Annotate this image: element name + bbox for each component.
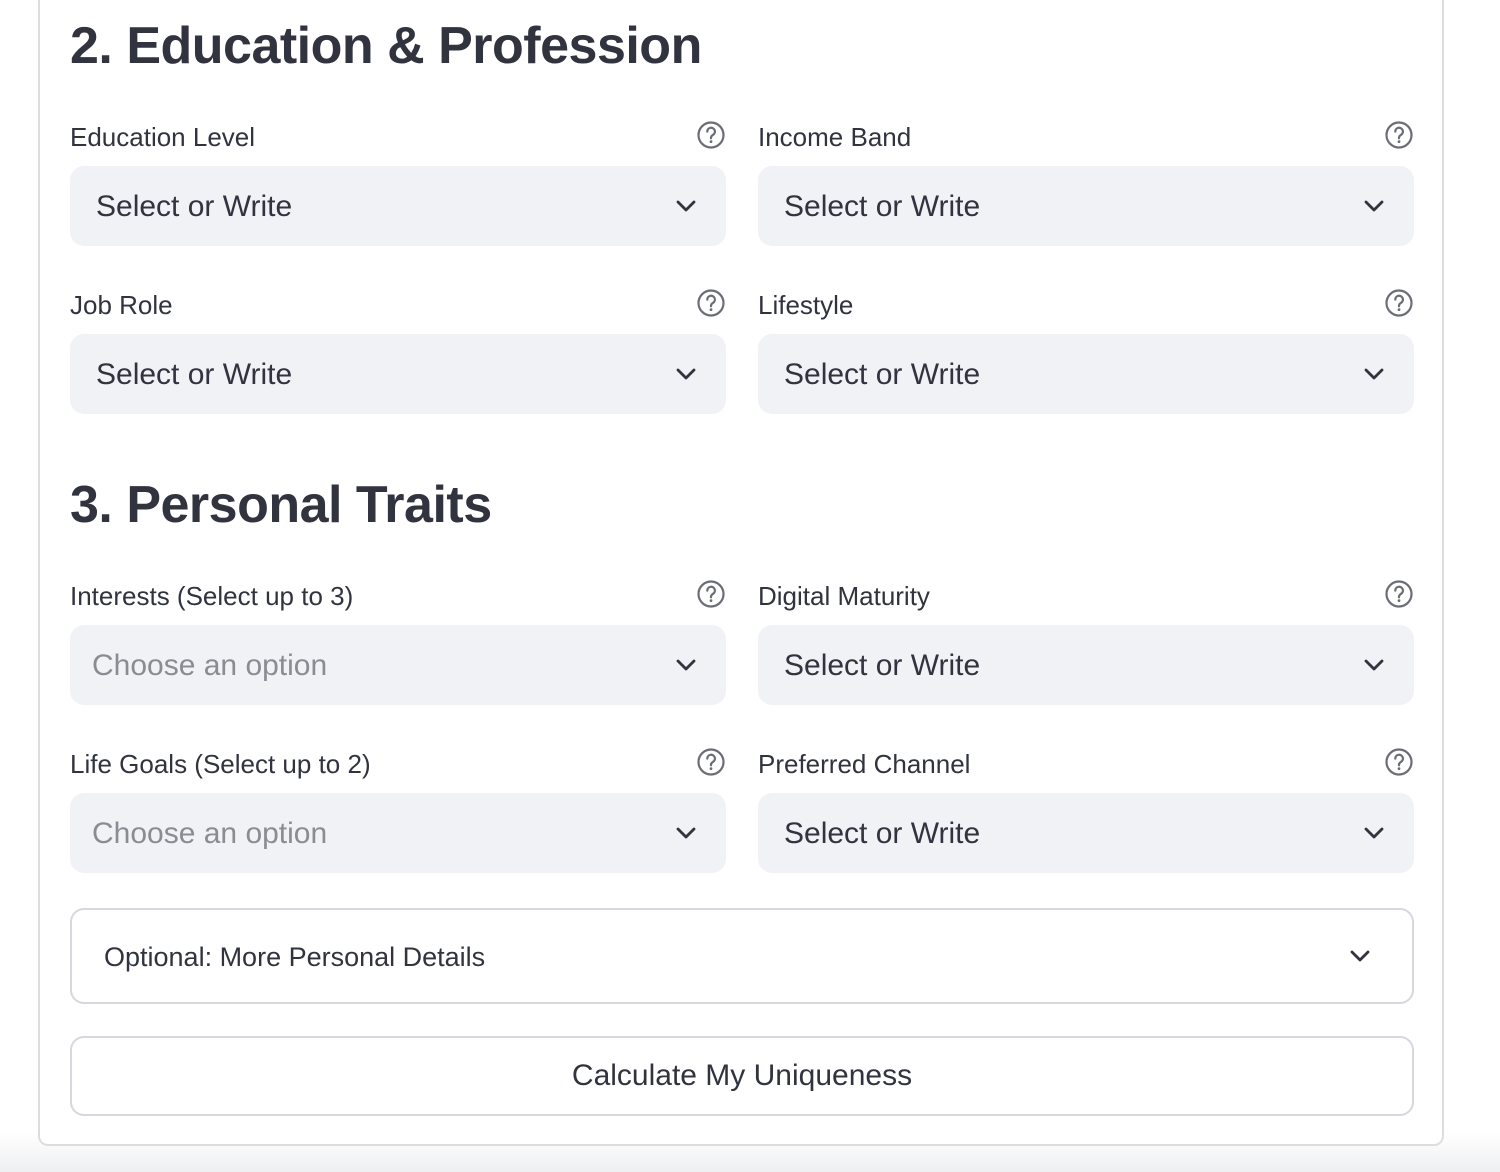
chevron-down-icon [676, 368, 696, 380]
education-level-select[interactable]: Select or Write [70, 166, 726, 246]
question-circle-icon[interactable] [696, 747, 726, 777]
field-digital-maturity: Digital Maturity Select or Write [758, 573, 1414, 705]
chevron-down-icon [1350, 950, 1370, 962]
field-label-row: Digital Maturity [758, 573, 1414, 617]
field-income-band: Income Band Select or Write [758, 114, 1414, 246]
field-label: Preferred Channel [758, 749, 971, 779]
field-label: Life Goals (Select up to 2) [70, 749, 371, 779]
field-label-row: Job Role [70, 282, 726, 326]
field-preferred-channel: Preferred Channel Select or Write [758, 741, 1414, 873]
field-label-row: Life Goals (Select up to 2) [70, 741, 726, 785]
chevron-down-icon [676, 200, 696, 212]
question-circle-icon[interactable] [696, 579, 726, 609]
select-value: Select or Write [784, 358, 981, 391]
select-value: Select or Write [96, 358, 293, 391]
chevron-down-icon [1364, 659, 1384, 671]
field-label: Digital Maturity [758, 581, 930, 611]
field-label: Job Role [70, 290, 173, 320]
section-title-education-profession: 2. Education & Profession [70, 17, 702, 75]
chevron-down-icon [676, 659, 696, 671]
question-circle-icon[interactable] [1384, 120, 1414, 150]
preferred-channel-select[interactable]: Select or Write [758, 793, 1414, 873]
field-interests: Interests (Select up to 3) Choose an opt… [70, 573, 726, 705]
field-job-role: Job Role Select or Write [70, 282, 726, 414]
field-label-row: Income Band [758, 114, 1414, 158]
chevron-down-icon [1364, 200, 1384, 212]
select-value: Select or Write [784, 817, 981, 850]
select-value: Select or Write [784, 649, 981, 682]
digital-maturity-select[interactable]: Select or Write [758, 625, 1414, 705]
field-life-goals: Life Goals (Select up to 2) Choose an op… [70, 741, 726, 873]
chevron-down-icon [1364, 827, 1384, 839]
chevron-down-icon [676, 827, 696, 839]
expander-label: Optional: More Personal Details [104, 942, 486, 972]
field-label-row: Education Level [70, 114, 726, 158]
field-lifestyle: Lifestyle Select or Write [758, 282, 1414, 414]
interests-multiselect[interactable]: Choose an option [70, 625, 726, 705]
question-circle-icon[interactable] [696, 120, 726, 150]
question-circle-icon[interactable] [1384, 579, 1414, 609]
select-value: Select or Write [96, 190, 293, 223]
chevron-down-icon [1364, 368, 1384, 380]
field-label-row: Preferred Channel [758, 741, 1414, 785]
field-education-level: Education Level Select or Write [70, 114, 726, 246]
field-label-row: Lifestyle [758, 282, 1414, 326]
calculate-uniqueness-button[interactable]: Calculate My Uniqueness [70, 1036, 1414, 1116]
field-label: Lifestyle [758, 290, 854, 320]
question-circle-icon[interactable] [1384, 288, 1414, 318]
select-placeholder: Choose an option [92, 817, 328, 850]
field-label: Interests (Select up to 3) [70, 581, 354, 611]
more-personal-details-expander[interactable]: Optional: More Personal Details [70, 908, 1414, 1004]
question-circle-icon[interactable] [696, 288, 726, 318]
field-label-row: Interests (Select up to 3) [70, 573, 726, 617]
section-title-personal-traits: 3. Personal Traits [70, 476, 492, 534]
question-circle-icon[interactable] [1384, 747, 1414, 777]
job-role-select[interactable]: Select or Write [70, 334, 726, 414]
life-goals-multiselect[interactable]: Choose an option [70, 793, 726, 873]
lifestyle-select[interactable]: Select or Write [758, 334, 1414, 414]
field-label: Education Level [70, 122, 256, 152]
income-band-select[interactable]: Select or Write [758, 166, 1414, 246]
select-value: Select or Write [784, 190, 981, 223]
field-label: Income Band [758, 122, 912, 152]
select-placeholder: Choose an option [92, 649, 328, 682]
